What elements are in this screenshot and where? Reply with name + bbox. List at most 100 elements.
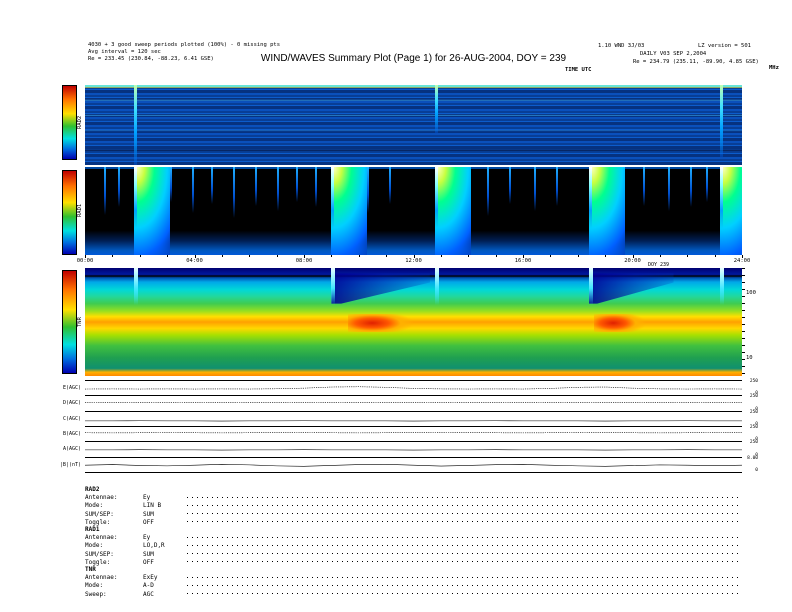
footer-config-value: OFF [143, 558, 154, 566]
footer-config-key: Antennae: [85, 494, 118, 502]
rad1-spike [117, 167, 120, 207]
daily-file-text: DAILY V03 SEP 2,2004 [640, 51, 707, 57]
footer-dotted-leader [187, 501, 740, 508]
footer-dotted-leader [187, 533, 740, 540]
time-minor-tick [276, 255, 278, 257]
doy-axis-label: DOY 239 [648, 262, 670, 268]
footer-config-row: Antennae: Ey [85, 533, 740, 541]
tnr-burst-streak [435, 268, 440, 305]
footer-config-value: LIN B [143, 502, 162, 510]
tnr-freq-tick-100: 100 [746, 289, 756, 296]
rad1-spike [254, 167, 257, 206]
footer-dotted-leader [187, 589, 740, 596]
time-tick-label: 24:00 [733, 258, 751, 264]
footer-config-value: SUM [143, 550, 154, 558]
strip-label: E(AGC) [62, 385, 81, 392]
tnr-burst-streak [134, 268, 139, 305]
footer-config-row: Toggle: OFF [85, 557, 740, 566]
footer-config-key: Antennae: [85, 574, 118, 582]
strip-row: C(AGC) 250 0 [63, 410, 758, 427]
strip-label: D(AGC) [62, 400, 81, 407]
footer-section-title: RAD2 [85, 486, 100, 493]
time-minor-tick [331, 255, 333, 257]
rad2-spectrogram [85, 85, 742, 165]
rad1-spectrogram [85, 167, 742, 255]
strip-right-min: 0 [755, 467, 758, 473]
footer-config-key: Sweep: [85, 590, 107, 598]
time-minor-tick [659, 255, 661, 257]
footer-config-key: Toggle: [85, 558, 111, 566]
footer-config-key: SUM/SEP: [85, 550, 114, 558]
time-tick-label: 04:00 [186, 258, 203, 264]
rad1-spike [668, 167, 671, 211]
footer-config-row: Mode: A-D [85, 581, 740, 589]
strip-trace [85, 396, 742, 410]
tnr-frequency-axis-ticks [742, 268, 745, 376]
strip-label: A(AGC) [62, 446, 81, 453]
time-minor-tick [167, 255, 169, 257]
footer-config-row: Sweep: AGC [85, 589, 740, 598]
footer-dotted-leader [187, 549, 740, 556]
strip-trace [85, 381, 742, 395]
footer-dotted-leader [187, 557, 740, 564]
time-tick-label: 00:00 [76, 258, 94, 264]
footer-config-value: Ey [143, 494, 151, 502]
strip-row: E(AGC) 250 0 [63, 379, 758, 396]
footer-config-row: Antennae: ExEy [85, 573, 740, 581]
footer-config-row: Toggle: OFF [85, 517, 740, 526]
tnr-colorbar [62, 270, 77, 374]
tnr-freq-tick-10: 10 [746, 354, 753, 361]
rad1-spike [555, 167, 558, 206]
tnr-panel-label: TNR [77, 317, 83, 327]
footer-config-row: Mode: LO,D,R [85, 541, 740, 549]
footer-config-value: A-D [143, 582, 154, 590]
time-minor-tick [495, 255, 497, 257]
footer-config-value: AGC [143, 590, 154, 598]
rad1-burst-core [435, 167, 439, 229]
rad1-spike [388, 167, 391, 204]
tnr-spectrogram [85, 268, 742, 376]
rad2-burst-streak [435, 85, 439, 133]
rad1-type3-burst [720, 167, 742, 255]
rad1-type3-burst [435, 167, 472, 255]
footer-dotted-leader [187, 573, 740, 580]
rad1-burst-core [331, 167, 335, 229]
rad1-spike [191, 167, 194, 213]
rad1-spike [314, 167, 317, 208]
footer-config-value: LO,D,R [143, 542, 165, 550]
frequency-unit-label: MHz [769, 65, 779, 71]
footer-config-value: Ey [143, 534, 151, 542]
rad1-type3-burst [588, 167, 625, 255]
sweep-stats-text: 4030 + 3 good sweep periods plotted (100… [88, 42, 281, 48]
time-utc-label: TIME UTC [565, 67, 592, 73]
strip-right-max: 250 [749, 394, 758, 400]
strip-trace [85, 427, 742, 441]
time-minor-tick [139, 255, 141, 257]
footer-section-title: TNR [85, 566, 96, 574]
strip-row: A(AGC) 250 0 [63, 440, 758, 457]
strip-label: B(AGC) [62, 431, 81, 438]
time-tick-label: 20:00 [624, 258, 641, 264]
tnr-burst-funnel [331, 273, 430, 304]
footer-config-key: Antennae: [85, 534, 118, 542]
time-tick-label: 08:00 [295, 258, 313, 264]
strip-trace [85, 442, 742, 456]
time-minor-tick [550, 255, 552, 257]
time-tick-label: 12:00 [405, 258, 422, 264]
tnr-intense-emission-patch [347, 314, 425, 332]
footer-config-key: Mode: [85, 582, 104, 590]
strip-row: B(AGC) 250 0 [63, 425, 758, 442]
time-minor-tick [112, 255, 114, 257]
rad2-colorbar [62, 85, 77, 160]
footer-dotted-leader [187, 541, 740, 548]
time-minor-tick [358, 255, 360, 257]
rad2-burst-streak [720, 85, 724, 157]
rad1-spike [210, 167, 213, 204]
time-minor-tick [249, 255, 251, 257]
footer-dotted-leader [187, 517, 740, 524]
rad1-spike [276, 167, 279, 211]
rad1-panel-label: RAD1 [77, 203, 83, 218]
rad1-type3-burst [331, 167, 368, 255]
time-minor-tick [221, 255, 223, 257]
time-minor-tick [468, 255, 470, 257]
